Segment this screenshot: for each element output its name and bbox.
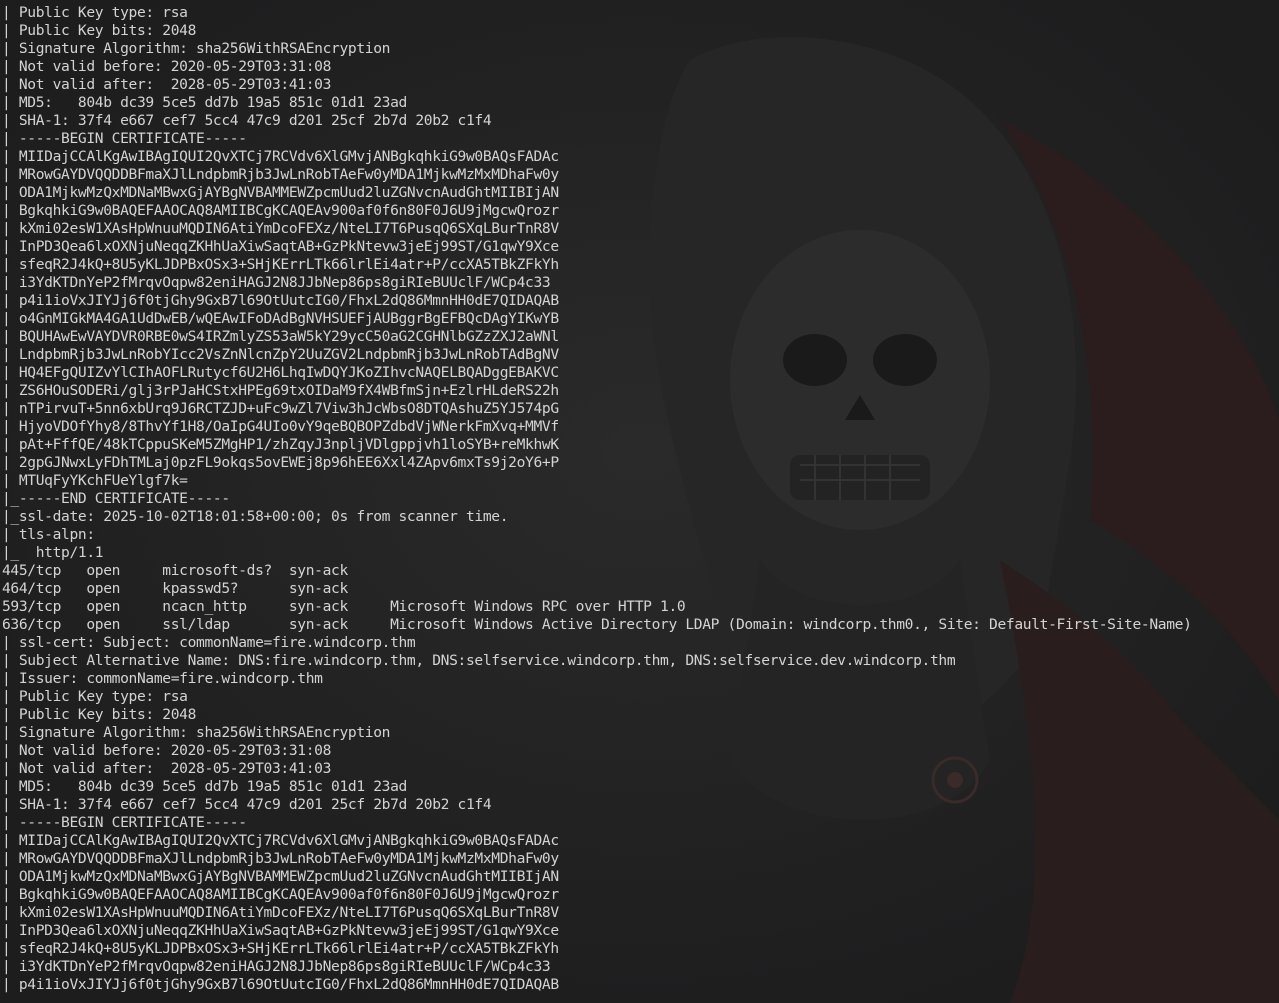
terminal-line: | HQ4EFgQUIZvYlCIhAOFLRutycf6U2H6LhqIwDQ… (2, 364, 559, 381)
terminal-line: | InPD3Qea6lxOXNjuNeqqZKHhUaXiwSaqtAB+Gz… (2, 238, 559, 255)
terminal-line: | -----BEGIN CERTIFICATE----- (2, 814, 247, 831)
terminal-line: | InPD3Qea6lxOXNjuNeqqZKHhUaXiwSaqtAB+Gz… (2, 922, 559, 939)
terminal-line: | Signature Algorithm: sha256WithRSAEncr… (2, 724, 391, 741)
terminal-line: |_-----END CERTIFICATE----- (2, 490, 230, 507)
terminal-line: | Not valid after: 2028-05-29T03:41:03 (2, 76, 332, 93)
terminal-output: | Public Key type: rsa | Public Key bits:… (2, 4, 1192, 994)
terminal-line: | i3YdKTDnYeP2fMrqvOqpw82eniHAGJ2N8JJbNe… (2, 274, 551, 291)
terminal-line: | MD5: 804b dc39 5ce5 dd7b 19a5 851c 01d… (2, 778, 407, 795)
terminal-line: | p4i1ioVxJIYJj6f0tjGhy9GxB7l69OtUutcIG0… (2, 292, 559, 309)
terminal-line: | HjyoVDOfYhy8/8ThvYf1H8/OaIpG4UIo0vY9qe… (2, 418, 559, 435)
terminal-line: | MD5: 804b dc39 5ce5 dd7b 19a5 851c 01d… (2, 94, 407, 111)
terminal-line: | tls-alpn: (2, 526, 95, 543)
terminal-line: | p4i1ioVxJIYJj6f0tjGhy9GxB7l69OtUutcIG0… (2, 976, 559, 993)
terminal-line: | MRowGAYDVQQDDBFmaXJlLndpbmRjb3JwLnRobT… (2, 850, 559, 867)
terminal-line: |_ssl-date: 2025-10-02T18:01:58+00:00; 0… (2, 508, 509, 525)
terminal-line: | sfeqR2J4kQ+8U5yKLJDPBxOSx3+SHjKErrLTk6… (2, 940, 559, 957)
terminal-line: | SHA-1: 37f4 e667 cef7 5cc4 47c9 d201 2… (2, 112, 492, 129)
terminal-line: | sfeqR2J4kQ+8U5yKLJDPBxOSx3+SHjKErrLTk6… (2, 256, 559, 273)
terminal-line: | kXmi02esW1XAsHpWnuuMQDIN6AtiYmDcoFEXz/… (2, 904, 559, 921)
terminal-line: | SHA-1: 37f4 e667 cef7 5cc4 47c9 d201 2… (2, 796, 492, 813)
terminal-line: | 2gpGJNwxLyFDhTMLaj0pzFL9okqs5ovEWEj8p9… (2, 454, 559, 471)
terminal-line: | nTPirvuT+5nn6xbUrq9J6RCTZJD+uFc9wZl7Vi… (2, 400, 559, 417)
terminal-line: | kXmi02esW1XAsHpWnuuMQDIN6AtiYmDcoFEXz/… (2, 220, 559, 237)
terminal-line: | i3YdKTDnYeP2fMrqvOqpw82eniHAGJ2N8JJbNe… (2, 958, 551, 975)
terminal-line: | Public Key type: rsa (2, 4, 188, 21)
terminal-window[interactable]: | Public Key type: rsa | Public Key bits:… (0, 0, 1279, 1003)
terminal-line: | BgkqhkiG9w0BAQEFAAOCAQ8AMIIBCgKCAQEAv9… (2, 886, 559, 903)
terminal-line: 636/tcp open ssl/ldap syn-ack Microsoft … (2, 616, 1192, 633)
terminal-line: | Subject Alternative Name: DNS:fire.win… (2, 652, 956, 669)
terminal-line: | Not valid after: 2028-05-29T03:41:03 (2, 760, 332, 777)
terminal-line: | Not valid before: 2020-05-29T03:31:08 (2, 742, 332, 759)
terminal-line: | LndpbmRjb3JwLnRobYIcc2VsZnNlcnZpY2UuZG… (2, 346, 559, 363)
terminal-line: | Issuer: commonName=fire.windcorp.thm (2, 670, 323, 687)
terminal-line: | pAt+FffQE/48kTCppuSKeM5ZMgHP1/zhZqyJ3n… (2, 436, 559, 453)
terminal-line: | Public Key type: rsa (2, 688, 188, 705)
terminal-line: | MIIDajCCAlKgAwIBAgIQUI2QvXTCj7RCVdv6Xl… (2, 148, 559, 165)
terminal-line: | BQUHAwEwVAYDVR0RBE0wS4IRZmlyZS53aW5kY2… (2, 328, 559, 345)
terminal-line: 464/tcp open kpasswd5? syn-ack (2, 580, 348, 597)
terminal-line: | ZS6HOuSODERi/glj3rPJaHCStxHPEg69txOIDa… (2, 382, 559, 399)
terminal-line: | o4GnMIGkMA4GA1UdDwEB/wQEAwIFoDAdBgNVHS… (2, 310, 559, 327)
terminal-line: |_ http/1.1 (2, 544, 104, 561)
terminal-line: | Signature Algorithm: sha256WithRSAEncr… (2, 40, 391, 57)
terminal-line: | ssl-cert: Subject: commonName=fire.win… (2, 634, 416, 651)
terminal-line: | -----BEGIN CERTIFICATE----- (2, 130, 247, 147)
terminal-line: | Not valid before: 2020-05-29T03:31:08 (2, 58, 332, 75)
terminal-line: | MRowGAYDVQQDDBFmaXJlLndpbmRjb3JwLnRobT… (2, 166, 559, 183)
terminal-line: | ODA1MjkwMzQxMDNaMBwxGjAYBgNVBAMMEWZpcm… (2, 868, 559, 885)
terminal-line: 593/tcp open ncacn_http syn-ack Microsof… (2, 598, 686, 615)
terminal-line: | BgkqhkiG9w0BAQEFAAOCAQ8AMIIBCgKCAQEAv9… (2, 202, 559, 219)
terminal-line: | ODA1MjkwMzQxMDNaMBwxGjAYBgNVBAMMEWZpcm… (2, 184, 559, 201)
terminal-line: | Public Key bits: 2048 (2, 706, 197, 723)
terminal-line: 445/tcp open microsoft-ds? syn-ack (2, 562, 348, 579)
terminal-line: | MIIDajCCAlKgAwIBAgIQUI2QvXTCj7RCVdv6Xl… (2, 832, 559, 849)
terminal-line: | MTUqFyYKchFUeYlgf7k= (2, 472, 188, 489)
terminal-line: | Public Key bits: 2048 (2, 22, 197, 39)
